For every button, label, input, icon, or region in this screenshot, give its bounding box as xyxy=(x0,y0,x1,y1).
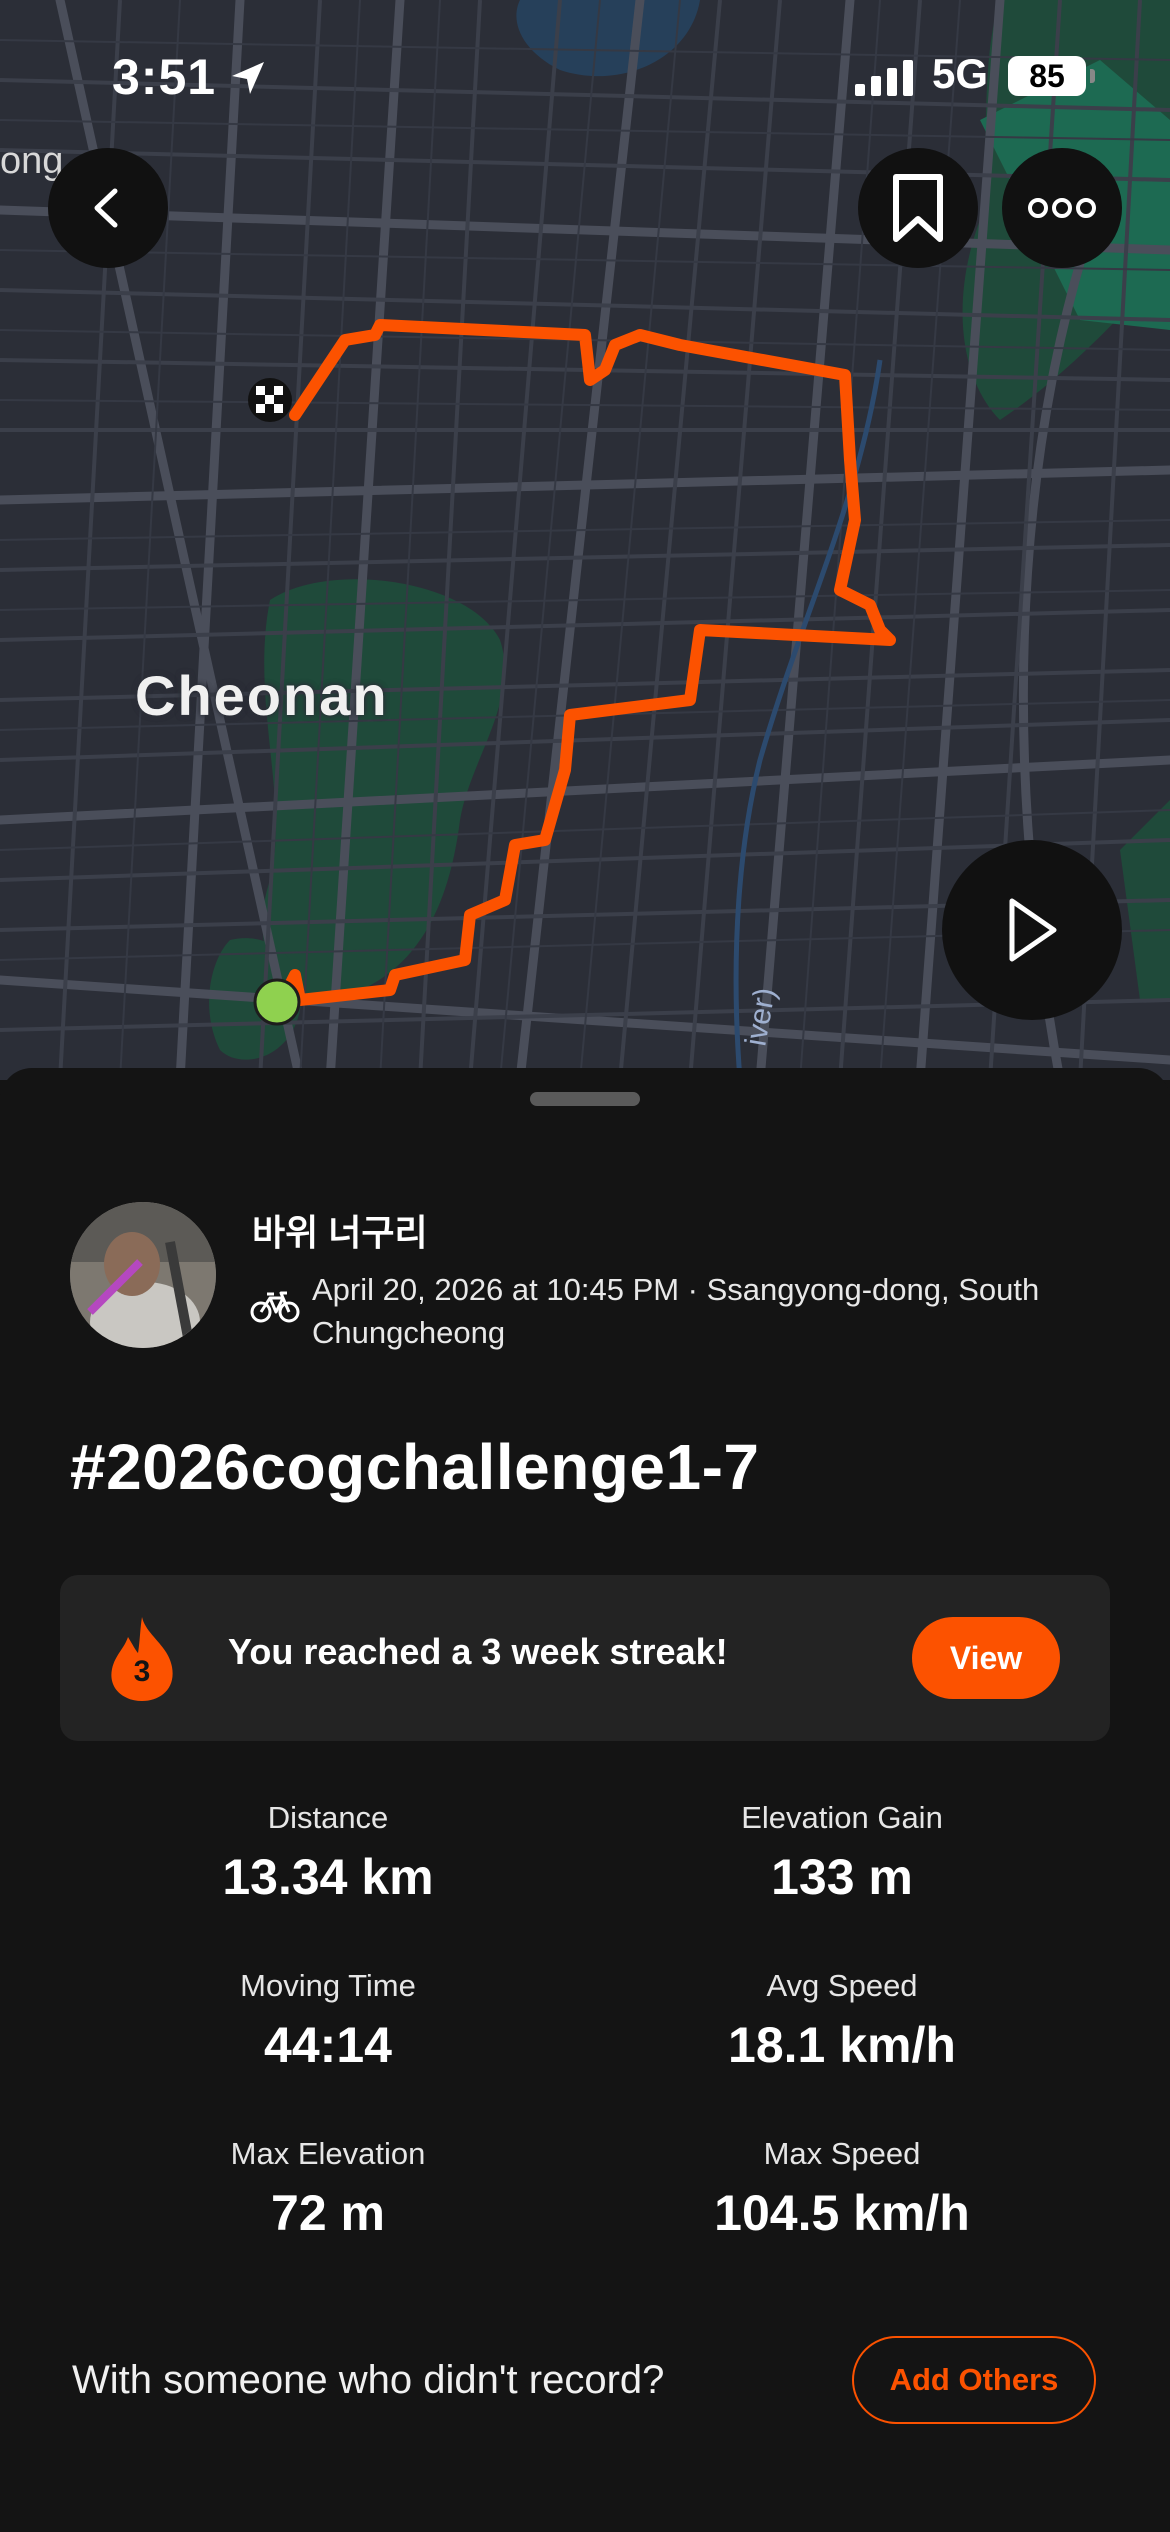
bookmark-icon xyxy=(893,174,943,242)
bike-icon xyxy=(250,1291,300,1323)
location-arrow-icon xyxy=(232,62,264,94)
avatar[interactable] xyxy=(70,1202,216,1348)
stat-label: Max Elevation xyxy=(230,2136,426,2171)
stat-moving-time: Moving Time 44:14 xyxy=(88,1968,568,2074)
streak-message: You reached a 3 week streak! xyxy=(228,1631,728,1672)
stat-value: 44:14 xyxy=(264,2017,392,2073)
stat-value: 104.5 km/h xyxy=(714,2185,970,2241)
play-icon xyxy=(1009,898,1057,962)
start-marker xyxy=(253,978,301,1026)
stat-max-speed: Max Speed 104.5 km/h xyxy=(602,2136,1082,2242)
stat-label: Moving Time xyxy=(240,1968,416,2003)
bookmark-button[interactable] xyxy=(858,148,978,268)
streak-count: 3 xyxy=(133,1655,151,1688)
stat-label: Distance xyxy=(267,1800,389,1835)
more-icon xyxy=(1028,198,1096,218)
stat-value: 13.34 km xyxy=(222,1849,434,1905)
stat-label: Max Speed xyxy=(763,2136,921,2171)
stat-avg-speed: Avg Speed 18.1 km/h xyxy=(602,1968,1082,2074)
stat-value: 72 m xyxy=(271,2185,385,2241)
stat-value: 18.1 km/h xyxy=(728,2017,956,2073)
add-others-prompt: With someone who didn't record? xyxy=(72,2358,665,2402)
finish-marker xyxy=(248,378,292,422)
athlete-name[interactable]: 바위 너구리 xyxy=(252,1204,428,1256)
back-button[interactable] xyxy=(48,148,168,268)
more-button[interactable] xyxy=(1002,148,1122,268)
stat-elevation-gain: Elevation Gain 133 m xyxy=(602,1800,1082,1906)
map-place-label: ong xyxy=(0,140,64,182)
activity-meta: April 20, 2026 at 10:45 PM · Ssangyong-d… xyxy=(312,1272,1040,1350)
streak-flame-icon: 3 xyxy=(106,1615,178,1708)
chevron-left-icon xyxy=(94,188,118,228)
streak-view-button[interactable]: View xyxy=(912,1617,1060,1699)
stat-label: Avg Speed xyxy=(766,1968,918,2003)
activity-title: #2026cogchallenge1-7 xyxy=(70,1431,760,1503)
stat-distance: Distance 13.34 km xyxy=(88,1800,568,1906)
status-time: 3:51 xyxy=(112,49,217,105)
stat-max-elevation: Max Elevation 72 m xyxy=(88,2136,568,2242)
athlete-photo xyxy=(70,1202,216,1348)
activity-sheet: 바위 너구리 April 20, 2026 at 10:45 PM · Ssan… xyxy=(0,1068,1170,2532)
add-others-button[interactable]: Add Others xyxy=(852,2336,1096,2424)
stat-label: Elevation Gain xyxy=(741,1800,943,1835)
battery-level: 85 xyxy=(1008,56,1086,96)
streak-card[interactable]: 3 You reached a 3 week streak! View xyxy=(60,1575,1110,1741)
cellular-signal-icon xyxy=(855,60,913,96)
sheet-drag-handle[interactable] xyxy=(530,1092,640,1106)
city-label: Cheonan xyxy=(135,664,389,727)
play-flyover-button[interactable] xyxy=(942,840,1122,1020)
stat-value: 133 m xyxy=(771,1849,913,1905)
status-bar: 3:51 5G 85 xyxy=(0,48,1170,108)
battery-tip xyxy=(1090,69,1095,83)
network-type: 5G xyxy=(932,50,989,97)
